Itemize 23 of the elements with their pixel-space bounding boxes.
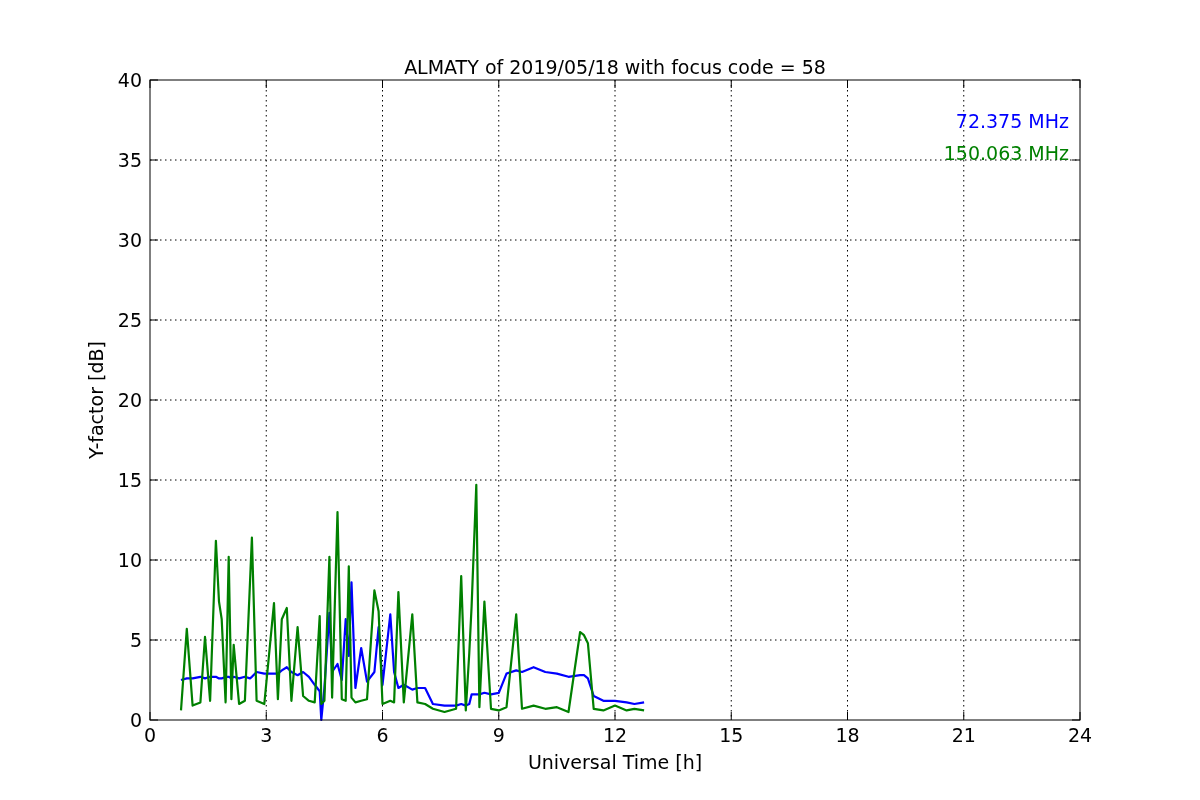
tick-label: 5 — [129, 629, 142, 651]
tick-label: 20 — [117, 389, 142, 411]
axis-label: Universal Time [h] — [527, 751, 703, 773]
tick-label: 24 — [1067, 724, 1093, 746]
tick-label: 12 — [602, 724, 628, 746]
tick-label: 3 — [260, 724, 273, 746]
tick-label: 21 — [951, 724, 976, 746]
legend-label: 72.375 MHz — [955, 110, 1069, 132]
axis-label: Y-factor [dB] — [85, 341, 107, 459]
tick-label: 0 — [129, 709, 142, 731]
tick-label: 0 — [143, 724, 157, 746]
tick-label: 40 — [117, 69, 142, 91]
tick-label: 18 — [835, 724, 860, 746]
tick-label: 10 — [117, 549, 142, 571]
tick-label: 35 — [117, 149, 142, 171]
legend-label: 150.063 MHz — [943, 142, 1069, 164]
chart-title: ALMATY of 2019/05/18 with focus code = 58 — [404, 56, 826, 78]
tick-label: 25 — [117, 309, 142, 331]
tick-label: 9 — [492, 724, 505, 746]
tick-label: 6 — [376, 724, 389, 746]
tick-label: 30 — [117, 229, 142, 251]
tick-label: 15 — [719, 724, 744, 746]
tick-label: 15 — [117, 469, 142, 491]
